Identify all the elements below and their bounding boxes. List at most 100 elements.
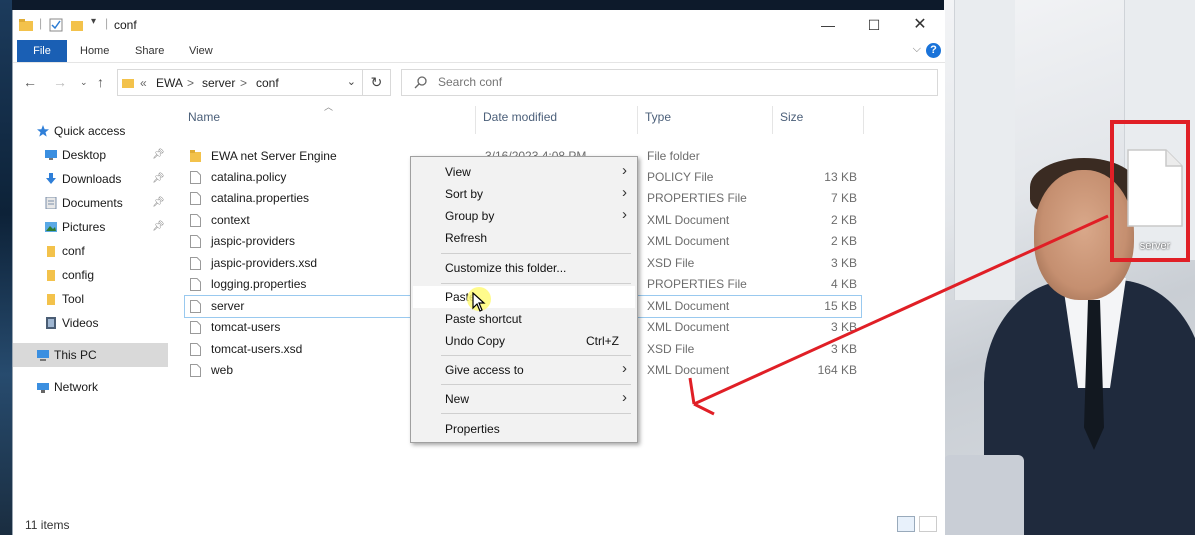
pin-icon[interactable]: 📌︎	[152, 143, 165, 167]
refresh-icon[interactable]: ↻	[363, 69, 391, 96]
menu-item-undo-copy[interactable]: Undo Copy Ctrl+Z	[413, 330, 635, 352]
chevron-right-icon: ›	[622, 206, 627, 223]
file-icon	[190, 257, 201, 270]
breadcrumb-separator[interactable]: >	[187, 76, 194, 90]
up-arrow-icon[interactable]: ↑	[97, 74, 104, 90]
pin-icon[interactable]: 📌︎	[152, 167, 165, 191]
chevron-right-icon: ›	[622, 389, 627, 406]
file-icon	[190, 278, 201, 291]
help-icon[interactable]: ?	[926, 43, 941, 58]
properties-icon[interactable]	[49, 18, 63, 32]
minimize-button[interactable]: —	[805, 14, 851, 36]
sidebar-item-label: Desktop	[62, 148, 107, 162]
menu-separator	[441, 283, 631, 284]
file-icon	[190, 192, 201, 205]
column-header-date[interactable]: Date modified	[483, 110, 557, 124]
menu-item-properties[interactable]: Properties	[413, 418, 635, 440]
background-building	[954, 0, 1015, 300]
breadcrumb-conf[interactable]: conf	[256, 76, 279, 90]
column-separator[interactable]	[863, 106, 864, 134]
recent-locations-icon[interactable]: ⌄	[80, 77, 88, 88]
menu-item-paste-shortcut[interactable]: Paste shortcut	[413, 308, 635, 330]
sidebar-item-documents[interactable]: Documents 📌︎	[13, 191, 168, 215]
sidebar-item-downloads[interactable]: Downloads 📌︎	[13, 167, 168, 191]
address-bar[interactable]: « EWA > server > conf ⌄	[117, 69, 363, 96]
menu-item-give-access[interactable]: Give access to ›	[413, 359, 635, 381]
new-folder-icon[interactable]	[71, 18, 83, 32]
tab-view[interactable]: View	[189, 40, 213, 62]
chevron-right-icon: ›	[622, 184, 627, 201]
menu-item-sort-by[interactable]: Sort by ›	[413, 183, 635, 205]
menu-item-group-by[interactable]: Group by ›	[413, 205, 635, 227]
sidebar-item-label: Documents	[62, 196, 123, 210]
column-separator[interactable]	[772, 106, 773, 134]
chevron-right-icon: ›	[622, 162, 627, 179]
column-separator[interactable]	[637, 106, 638, 134]
large-icons-view-icon[interactable]	[919, 516, 937, 532]
divider: |	[105, 16, 109, 30]
sidebar-item-label: This PC	[54, 348, 97, 362]
star-icon	[37, 125, 49, 137]
sidebar-item-label: Network	[54, 380, 99, 394]
breadcrumb-overflow[interactable]: «	[140, 76, 147, 90]
sidebar-item-label: config	[62, 268, 95, 282]
sidebar-item-pictures[interactable]: Pictures 📌︎	[13, 215, 168, 239]
column-header-type[interactable]: Type	[645, 110, 671, 124]
sidebar-item-label: Videos	[62, 316, 99, 330]
folder-icon	[19, 19, 33, 31]
menu-item-customize-folder[interactable]: Customize this folder...	[413, 257, 635, 279]
search-box[interactable]	[401, 69, 938, 96]
search-input[interactable]	[436, 74, 920, 90]
folder-icon	[47, 246, 55, 257]
expand-ribbon-icon[interactable]: ⌵	[913, 43, 921, 56]
menu-separator	[441, 384, 631, 385]
pin-icon[interactable]: 📌︎	[152, 191, 165, 215]
tab-file[interactable]: File	[17, 40, 67, 62]
tab-home[interactable]: Home	[80, 40, 109, 62]
breadcrumb-ewa[interactable]: EWA	[156, 76, 183, 90]
customize-toolbar-icon[interactable]: ▾	[91, 16, 96, 27]
menu-item-view[interactable]: View ›	[413, 161, 635, 183]
close-button[interactable]: ✕	[897, 14, 943, 36]
menu-item-refresh[interactable]: Refresh	[413, 227, 635, 249]
back-arrow-icon[interactable]: ←	[23, 74, 37, 90]
address-dropdown-icon[interactable]: ⌄	[347, 75, 356, 88]
maximize-button[interactable]: ☐	[851, 14, 897, 36]
folder-icon	[190, 150, 201, 162]
context-menu: View › Sort by › Group by › Refresh Cust…	[410, 156, 638, 443]
item-count: 11 items	[25, 518, 70, 532]
sidebar-item-quick-access[interactable]: Quick access	[13, 119, 168, 143]
details-view-icon[interactable]	[897, 516, 915, 532]
column-separator[interactable]	[475, 106, 476, 134]
pin-icon[interactable]: 📌︎	[152, 215, 165, 239]
sidebar-item-config[interactable]: config	[13, 263, 168, 287]
divider: |	[39, 16, 43, 30]
sidebar-item-label: Tool	[62, 292, 85, 306]
breadcrumb-server[interactable]: server	[202, 76, 235, 90]
red-highlight-box	[1110, 120, 1190, 262]
desktop-icon	[45, 150, 57, 160]
file-icon	[190, 171, 201, 184]
menu-item-paste[interactable]: Paste	[413, 286, 635, 308]
menu-item-new[interactable]: New ›	[413, 388, 635, 410]
window-title: conf	[114, 18, 137, 32]
column-header-size[interactable]: Size	[780, 110, 803, 124]
sidebar-item-label: conf	[62, 244, 85, 258]
tab-share[interactable]: Share	[135, 40, 164, 62]
documents-icon	[45, 197, 57, 209]
sidebar-item-conf[interactable]: conf	[13, 239, 168, 263]
file-icon	[190, 364, 201, 377]
sidebar-item-tool[interactable]: Tool	[13, 287, 168, 311]
forward-arrow-icon[interactable]: →	[53, 74, 67, 90]
sort-ascending-icon: ︿	[324, 102, 334, 112]
navigation-pane: Quick access Desktop 📌︎ Downloads 📌︎ Doc…	[13, 114, 168, 514]
menu-separator	[441, 355, 631, 356]
sidebar-item-videos[interactable]: Videos	[13, 311, 168, 335]
title-bar: | ▾ | conf — ☐ ✕	[13, 10, 945, 40]
sidebar-item-this-pc[interactable]: This PC	[13, 343, 168, 367]
column-header-name[interactable]: Name	[188, 110, 220, 124]
sidebar-item-network[interactable]: Network	[13, 375, 168, 399]
status-bar: 11 items	[13, 514, 945, 535]
sidebar-item-desktop[interactable]: Desktop 📌︎	[13, 143, 168, 167]
breadcrumb-separator[interactable]: >	[240, 76, 247, 90]
